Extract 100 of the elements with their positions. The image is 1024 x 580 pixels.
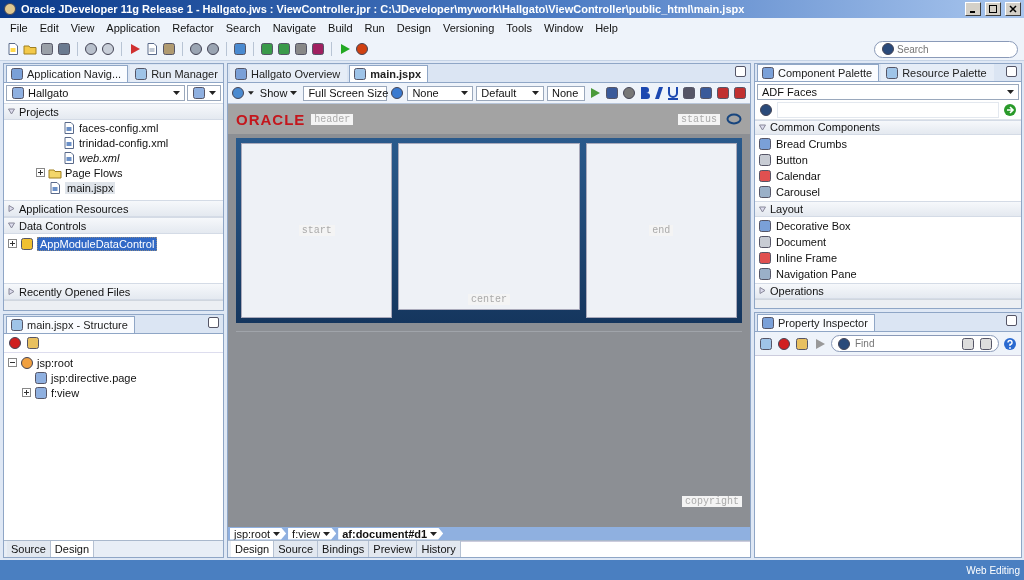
search-input[interactable]: Search	[897, 43, 977, 55]
section-header[interactable]: Projects	[4, 103, 223, 120]
dropdown-caret-icon[interactable]	[461, 91, 469, 95]
palette-item[interactable]: Document	[776, 236, 827, 248]
find-input[interactable]: Find	[855, 338, 957, 349]
expanded-triangle-icon[interactable]	[759, 123, 766, 131]
collapsed-triangle-icon[interactable]	[8, 288, 15, 296]
tab-list-icon[interactable]	[735, 66, 746, 77]
menu-item[interactable]: Versioning	[436, 22, 501, 34]
menu-item[interactable]: View	[64, 22, 101, 34]
tree-item[interactable]: Page Flows	[65, 166, 123, 179]
breadcrumb[interactable]: af:document#d1	[338, 527, 444, 540]
dropdown-caret-icon[interactable]	[430, 531, 438, 536]
underline-icon[interactable]	[667, 86, 679, 100]
menu-item[interactable]: Design	[390, 22, 437, 34]
dropdown-caret-icon[interactable]	[1007, 90, 1014, 94]
tree-item[interactable]: faces-config.xml	[79, 121, 159, 134]
tree-item[interactable]: AppModuleDataControl	[37, 236, 158, 251]
section-header[interactable]: Application Resources	[4, 200, 223, 217]
minimize-icon[interactable]	[1006, 65, 1017, 77]
tree-item[interactable]: jsp:root	[37, 356, 74, 369]
show-menu[interactable]: Show	[256, 85, 301, 101]
expanded-triangle-icon[interactable]	[8, 222, 15, 229]
view-menu-button[interactable]	[187, 85, 221, 101]
panel-tab[interactable]: Hallgato Overview	[230, 65, 348, 82]
bold-icon[interactable]	[639, 86, 651, 100]
menu-item[interactable]: Navigate	[266, 22, 323, 34]
palette-item[interactable]: Decorative Box	[776, 220, 851, 232]
menu-item[interactable]: Refactor	[166, 22, 220, 34]
editor-tab[interactable]: Bindings	[318, 541, 370, 557]
application-dropdown[interactable]: Hallgato	[6, 85, 185, 101]
dropdown-caret-icon[interactable]	[532, 91, 539, 95]
editor-tab[interactable]: Preview	[369, 541, 418, 557]
panel-tab[interactable]: Property Inspector	[757, 314, 875, 331]
collapsed-triangle-icon[interactable]	[759, 287, 766, 295]
style-dropdown[interactable]: Default	[476, 85, 544, 101]
style-dropdown[interactable]: None	[407, 85, 474, 101]
open-folder-icon[interactable]	[23, 42, 37, 56]
horizontal-scrollbar[interactable]	[4, 300, 223, 311]
section-header[interactable]: Layout	[755, 201, 1021, 217]
collapse-box-icon[interactable]	[8, 358, 17, 368]
expand-box-icon[interactable]	[22, 388, 31, 398]
dropdown-caret-icon[interactable]	[273, 531, 281, 536]
menu-item[interactable]: Application	[100, 22, 167, 34]
section-header[interactable]: Data Controls	[4, 217, 223, 234]
library-dropdown[interactable]: ADF Faces	[757, 84, 1019, 100]
tree-item[interactable]: main.jspx	[65, 181, 116, 194]
close-icon[interactable]	[1005, 2, 1021, 16]
panel-tab[interactable]: main.jspx - Structure	[6, 316, 135, 334]
dropdown-caret-icon[interactable]	[209, 91, 216, 95]
palette-search-field[interactable]	[777, 102, 999, 119]
expanded-triangle-icon[interactable]	[8, 108, 15, 115]
new-file-icon[interactable]	[6, 42, 20, 56]
menu-item[interactable]: Help	[589, 22, 624, 34]
minimize-icon[interactable]	[208, 317, 219, 329]
editor-tab[interactable]: History	[417, 541, 461, 557]
menu-item[interactable]: Search	[219, 22, 267, 34]
palette-item[interactable]: Navigation Pane	[776, 268, 857, 280]
editor-tab[interactable]: Source	[7, 541, 51, 557]
expanded-triangle-icon[interactable]	[759, 205, 766, 213]
find-box[interactable]: Find	[831, 335, 999, 352]
breadcrumb[interactable]: f:view	[288, 527, 337, 540]
menu-item[interactable]: Window	[538, 22, 590, 34]
breadcrumb[interactable]: jsp:root	[230, 527, 287, 540]
dropdown-caret-icon[interactable]	[248, 91, 254, 95]
help-icon[interactable]	[1003, 336, 1017, 351]
panel-tab[interactable]: Component Palette	[757, 64, 880, 81]
editor-tab[interactable]: Design	[50, 541, 95, 557]
horizontal-scrollbar[interactable]	[460, 541, 750, 557]
expand-box-icon[interactable]	[8, 239, 17, 248]
search-box[interactable]: Search	[874, 40, 1018, 58]
italic-icon[interactable]	[654, 86, 664, 100]
section-header[interactable]: Operations	[755, 283, 1021, 299]
editor-tab[interactable]: Design	[231, 541, 275, 557]
maximize-icon[interactable]	[985, 2, 1001, 16]
palette-item[interactable]: Calendar	[776, 170, 821, 183]
tree-item[interactable]: web.xml	[79, 151, 120, 164]
panel-tab[interactable]: Resource Palette	[881, 64, 994, 81]
section-header[interactable]: Recently Opened Files	[4, 283, 223, 301]
dropdown-caret-icon[interactable]	[290, 91, 298, 95]
palette-item[interactable]: Inline Frame	[776, 252, 838, 264]
tree-item[interactable]: f:view	[51, 386, 80, 399]
palette-item[interactable]: Carousel	[776, 186, 821, 199]
go-icon[interactable]	[1003, 103, 1017, 118]
expand-box-icon[interactable]	[36, 168, 45, 177]
dropdown-caret-icon[interactable]	[323, 531, 331, 536]
style-dropdown[interactable]: None	[547, 85, 585, 101]
dropdown-caret-icon[interactable]	[173, 91, 180, 95]
palette-item[interactable]: Bread Crumbs	[776, 138, 847, 151]
horizontal-scrollbar[interactable]	[755, 298, 1021, 308]
palette-item[interactable]: Button	[776, 154, 808, 167]
tree-item[interactable]: trinidad-config.xml	[79, 136, 169, 149]
menu-item[interactable]: Build	[322, 22, 359, 34]
menu-item[interactable]: Run	[358, 22, 391, 34]
collapsed-triangle-icon[interactable]	[8, 205, 15, 212]
style-dropdown[interactable]: Full Screen Size	[303, 85, 388, 101]
menu-item[interactable]: Tools	[500, 22, 538, 34]
copy-icon[interactable]	[145, 42, 159, 56]
menu-item[interactable]: Edit	[33, 22, 65, 34]
menu-item[interactable]: File	[4, 22, 34, 34]
